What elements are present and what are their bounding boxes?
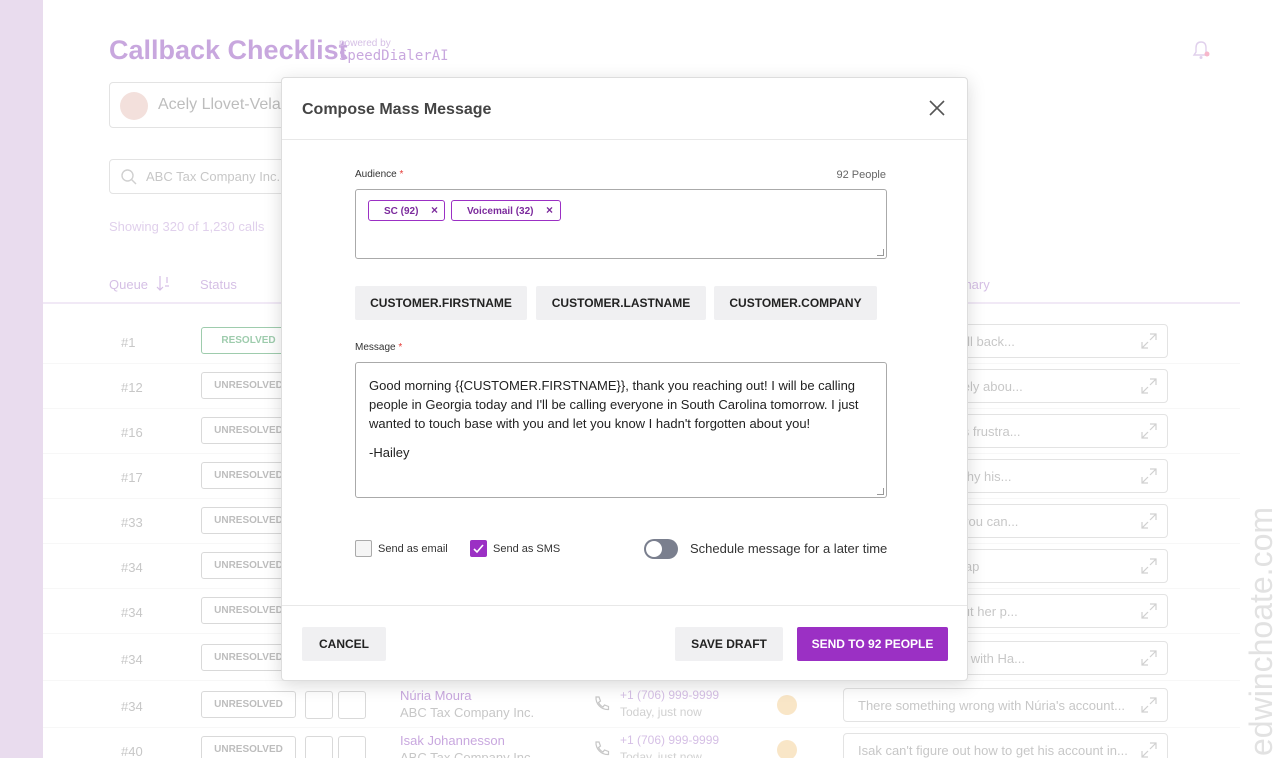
toggle-knob	[646, 541, 662, 557]
resize-handle[interactable]	[877, 249, 884, 256]
send-button[interactable]: SEND TO 92 PEOPLE	[797, 627, 948, 661]
insert-company-button[interactable]: CUSTOMER.COMPANY	[714, 286, 877, 320]
audience-chip: SC (92) ×	[368, 200, 446, 221]
insert-firstname-button[interactable]: CUSTOMER.FIRSTNAME	[355, 286, 527, 320]
people-count: 92 People	[836, 169, 886, 181]
required-mark: *	[399, 169, 404, 180]
cancel-button[interactable]: CANCEL	[302, 627, 386, 661]
divider	[282, 139, 967, 140]
schedule-toggle[interactable]	[644, 539, 678, 559]
message-label-text: Message	[355, 342, 396, 353]
chip-remove-icon[interactable]: ×	[540, 201, 560, 220]
svg-text:edwinchoate.com: edwinchoate.com	[1243, 507, 1279, 756]
watermark: edwinchoate.com	[1243, 507, 1279, 756]
message-textarea[interactable]: Good morning {{CUSTOMER.FIRSTNAME}}, tha…	[355, 362, 887, 498]
audience-label: Audience *	[355, 169, 403, 180]
insert-lastname-button[interactable]: CUSTOMER.LASTNAME	[536, 286, 706, 320]
send-as-email-label[interactable]: Send as email	[378, 543, 448, 555]
send-as-sms-label[interactable]: Send as SMS	[493, 543, 560, 555]
chip-label: SC (92)	[384, 206, 419, 217]
message-line: Good morning {{CUSTOMER.FIRSTNAME}}, tha…	[369, 378, 856, 393]
audience-field[interactable]: SC (92) × Voicemail (32) ×	[355, 189, 887, 259]
message-line: people in Georgia today and I'll be call…	[369, 397, 859, 412]
message-signature: -Hailey	[369, 445, 410, 460]
modal-title: Compose Mass Message	[302, 101, 492, 118]
message-label: Message *	[355, 342, 402, 353]
divider	[282, 605, 967, 606]
message-line: wanted to touch base with you and let yo…	[369, 416, 811, 431]
chip-label: Voicemail (32)	[467, 206, 534, 217]
compose-mass-message-modal: Compose Mass Message Audience * 92 Peopl…	[281, 77, 968, 681]
audience-chip: Voicemail (32) ×	[451, 200, 561, 221]
chip-remove-icon[interactable]: ×	[424, 201, 444, 220]
send-as-email-checkbox[interactable]	[355, 540, 372, 557]
required-mark: *	[398, 342, 403, 353]
save-draft-button[interactable]: SAVE DRAFT	[675, 627, 783, 661]
schedule-label[interactable]: Schedule message for a later time	[690, 541, 887, 556]
audience-label-text: Audience	[355, 169, 397, 180]
checkmark-icon	[473, 544, 484, 554]
send-as-sms-checkbox[interactable]	[470, 540, 487, 557]
close-icon[interactable]	[928, 99, 946, 117]
resize-handle[interactable]	[877, 488, 884, 495]
